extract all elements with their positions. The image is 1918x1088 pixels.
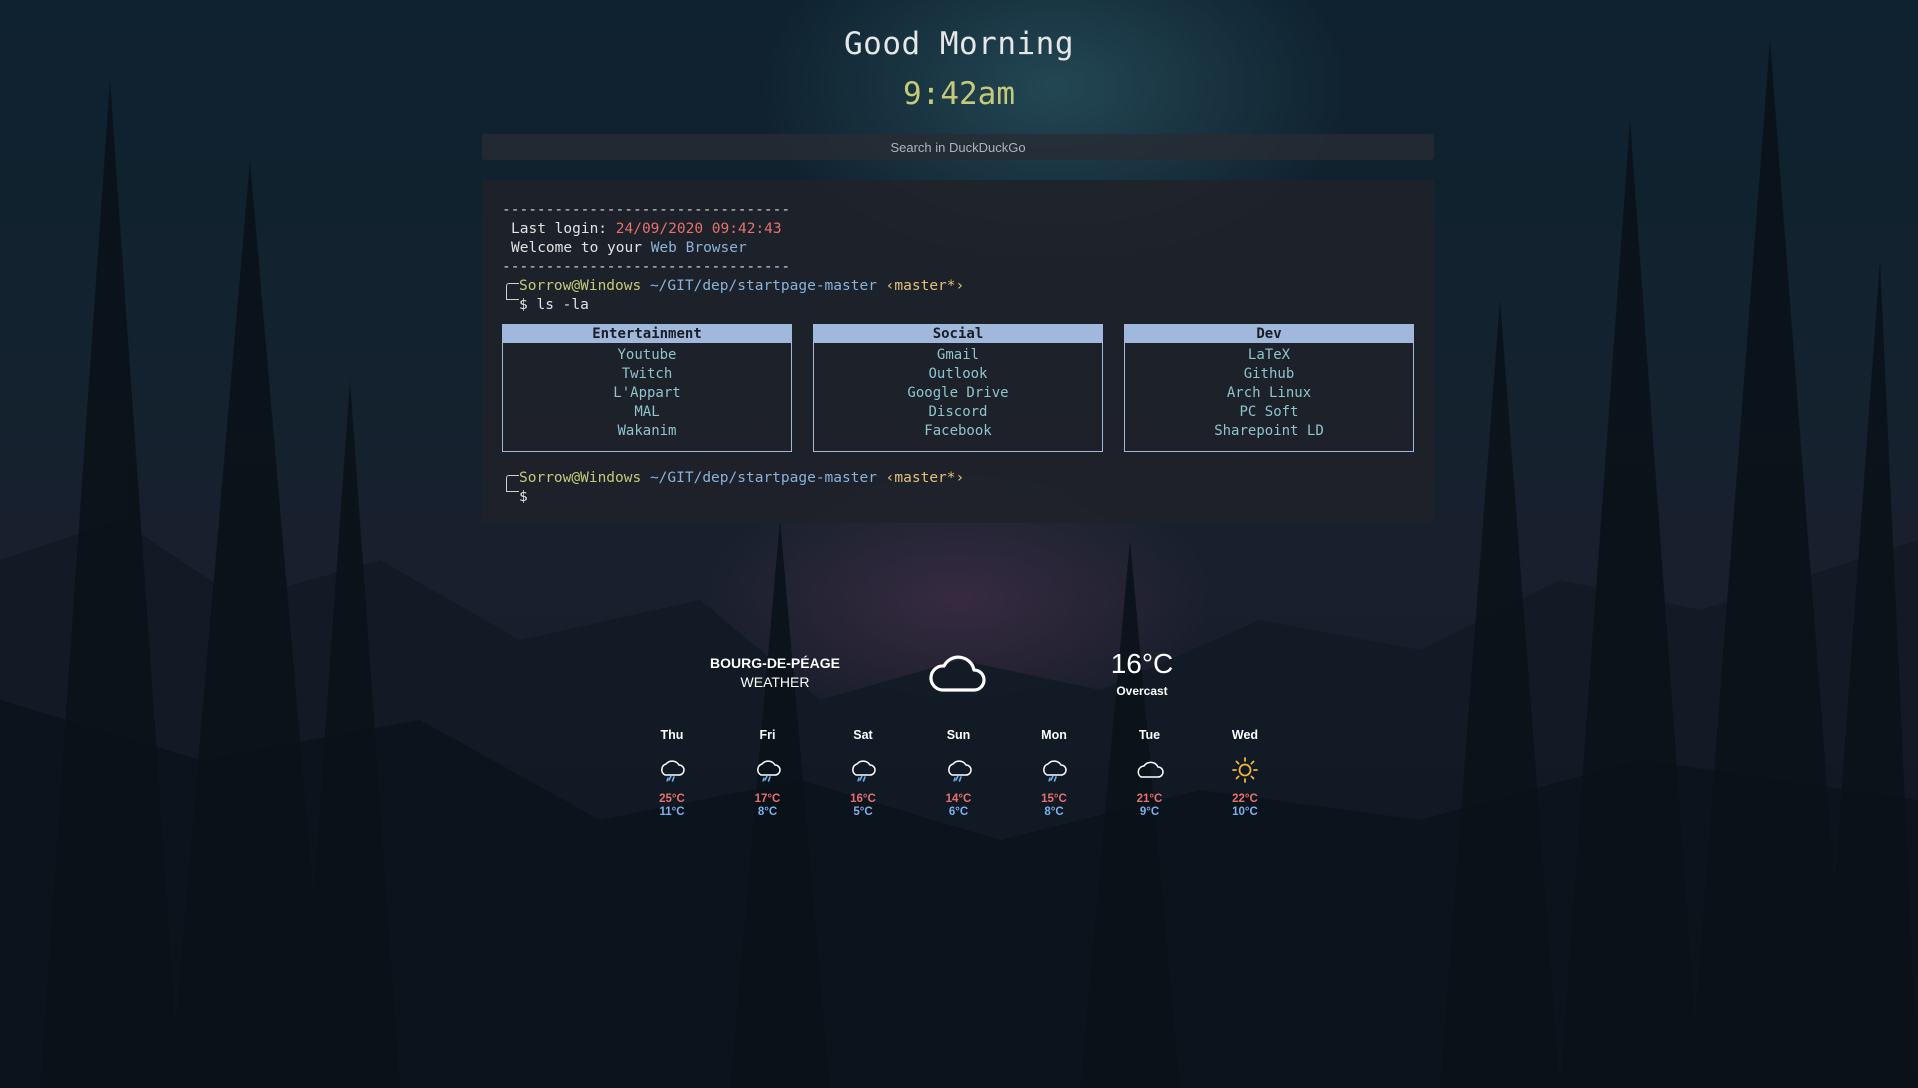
forecast-day-mon: Mon 15°C 8°C (1024, 728, 1084, 818)
bookmark-link-wakanim[interactable]: Wakanim (503, 422, 791, 441)
forecast-day-name: Mon (1041, 728, 1067, 742)
prompt-corner-glyph (506, 283, 519, 300)
forecast-low: 8°C (757, 806, 778, 818)
rain-cloud-icon (756, 760, 781, 782)
background-landscape (0, 40, 1918, 1088)
forecast-high: 16°C (850, 793, 876, 805)
bookmark-box-title: Dev (1125, 325, 1413, 343)
forecast-high: 22°C (1232, 793, 1258, 805)
command-line: $ ls -la (519, 297, 589, 313)
bookmark-link-pc-soft[interactable]: PC Soft (1125, 403, 1413, 422)
cloud-icon (929, 655, 986, 692)
forecast-low: 6°C (948, 806, 969, 818)
bookmark-link-latex[interactable]: LaTeX (1125, 346, 1413, 365)
forecast-low: 10°C (1232, 806, 1258, 818)
prompt-branch: ‹master*› (885, 470, 965, 486)
cursor-prompt[interactable]: $ (519, 488, 528, 506)
forecast-day-name: Tue (1138, 728, 1161, 742)
bookmark-box-title: Social (814, 325, 1102, 343)
last-login-line: Last login: 24/09/2020 09:42:43 (511, 220, 782, 238)
terminal-panel: --------------------------------- Last l… (482, 180, 1434, 523)
terminal-divider-bottom: --------------------------------- (502, 259, 791, 275)
weather-label: WEATHER (740, 674, 810, 690)
forecast-high: 17°C (754, 793, 781, 805)
terminal-divider-top: --------------------------------- (502, 202, 791, 218)
bookmark-link-youtube[interactable]: Youtube (503, 346, 791, 365)
prompt-line-2: Sorrow@Windows ~/GIT/dep/startpage-maste… (519, 469, 964, 487)
forecast-day-name: Wed (1231, 728, 1259, 742)
rain-cloud-icon (947, 760, 972, 782)
prompt-corner-glyph (506, 475, 519, 492)
last-login-value: 24/09/2020 09:42:43 (615, 221, 782, 237)
weather-location-block: BOURG-DE-PÉAGE WEATHER (690, 654, 860, 692)
weather-location: BOURG-DE-PÉAGE (710, 655, 840, 671)
weather-temperature: 16°C (1110, 648, 1174, 679)
forecast-day-sat: Sat 16°C 5°C (833, 728, 893, 818)
clock-time: 9:42am (903, 76, 1015, 112)
greeting-text: Good Morning (844, 26, 1074, 62)
bookmark-link-google-drive[interactable]: Google Drive (814, 384, 1102, 403)
forecast-day-wed: Wed 22°C 10°C (1215, 728, 1275, 818)
forecast-day-name: Thu (660, 728, 684, 742)
bookmark-link-facebook[interactable]: Facebook (814, 422, 1102, 441)
bookmark-link-sharepoint-ld[interactable]: Sharepoint LD (1125, 422, 1413, 441)
forecast-day-name: Fri (759, 728, 776, 742)
forecast-day-thu: Thu 25°C 11°C (642, 728, 702, 818)
prompt-user: Sorrow@Windows (519, 470, 642, 486)
bookmark-link-twitch[interactable]: Twitch (503, 365, 791, 384)
forecast-low: 5°C (853, 806, 873, 818)
bookmark-link-github[interactable]: Github (1125, 365, 1413, 384)
bookmark-link-outlook[interactable]: Outlook (814, 365, 1102, 384)
bookmark-link-mal[interactable]: MAL (503, 403, 791, 422)
forecast-low: 11°C (659, 806, 685, 818)
bookmark-box-entertainment: Entertainment Youtube Twitch L'Appart MA… (502, 324, 792, 452)
bookmark-box-dev: Dev LaTeX Github Arch Linux PC Soft Shar… (1124, 324, 1414, 452)
welcome-highlight: Web Browser (650, 240, 747, 256)
forecast-day-tue: Tue 21°C 9°C (1120, 728, 1180, 818)
forecast-high: 21°C (1136, 793, 1163, 805)
welcome-line: Welcome to your Web Browser (511, 239, 747, 257)
sun-icon (1232, 757, 1258, 783)
last-login-label: Last login: (511, 221, 608, 237)
welcome-prefix: Welcome to your (511, 240, 642, 256)
forecast-high: 14°C (945, 793, 972, 805)
forecast-day-name: Sun (946, 728, 971, 742)
cloud-icon (1137, 761, 1164, 778)
forecast-low: 8°C (1044, 806, 1064, 818)
rain-cloud-icon (661, 760, 685, 782)
bookmark-box-title: Entertainment (503, 325, 791, 343)
forecast-day-fri: Fri 17°C 8°C (738, 728, 798, 818)
forecast-high: 15°C (1041, 793, 1067, 805)
weather-condition: Overcast (1116, 684, 1168, 698)
bookmark-box-social: Social Gmail Outlook Google Drive Discor… (813, 324, 1103, 452)
forecast-high: 25°C (659, 793, 685, 805)
search-input[interactable] (482, 134, 1434, 160)
prompt-path: ~/GIT/dep/startpage-master (649, 470, 877, 486)
forecast-low: 9°C (1139, 806, 1160, 818)
prompt-user: Sorrow@Windows (519, 278, 642, 294)
bookmark-link-lappart[interactable]: L'Appart (503, 384, 791, 403)
prompt-path: ~/GIT/dep/startpage-master (649, 278, 877, 294)
rain-cloud-icon (852, 760, 876, 782)
forecast-day-sun: Sun 14°C 6°C (929, 728, 989, 818)
prompt-branch: ‹master*› (885, 278, 965, 294)
bookmark-link-discord[interactable]: Discord (814, 403, 1102, 422)
rain-cloud-icon (1043, 760, 1067, 782)
bookmark-link-gmail[interactable]: Gmail (814, 346, 1102, 365)
prompt-line-1: Sorrow@Windows ~/GIT/dep/startpage-maste… (519, 277, 964, 295)
bookmark-link-arch-linux[interactable]: Arch Linux (1125, 384, 1413, 403)
forecast-day-name: Sat (853, 728, 873, 742)
